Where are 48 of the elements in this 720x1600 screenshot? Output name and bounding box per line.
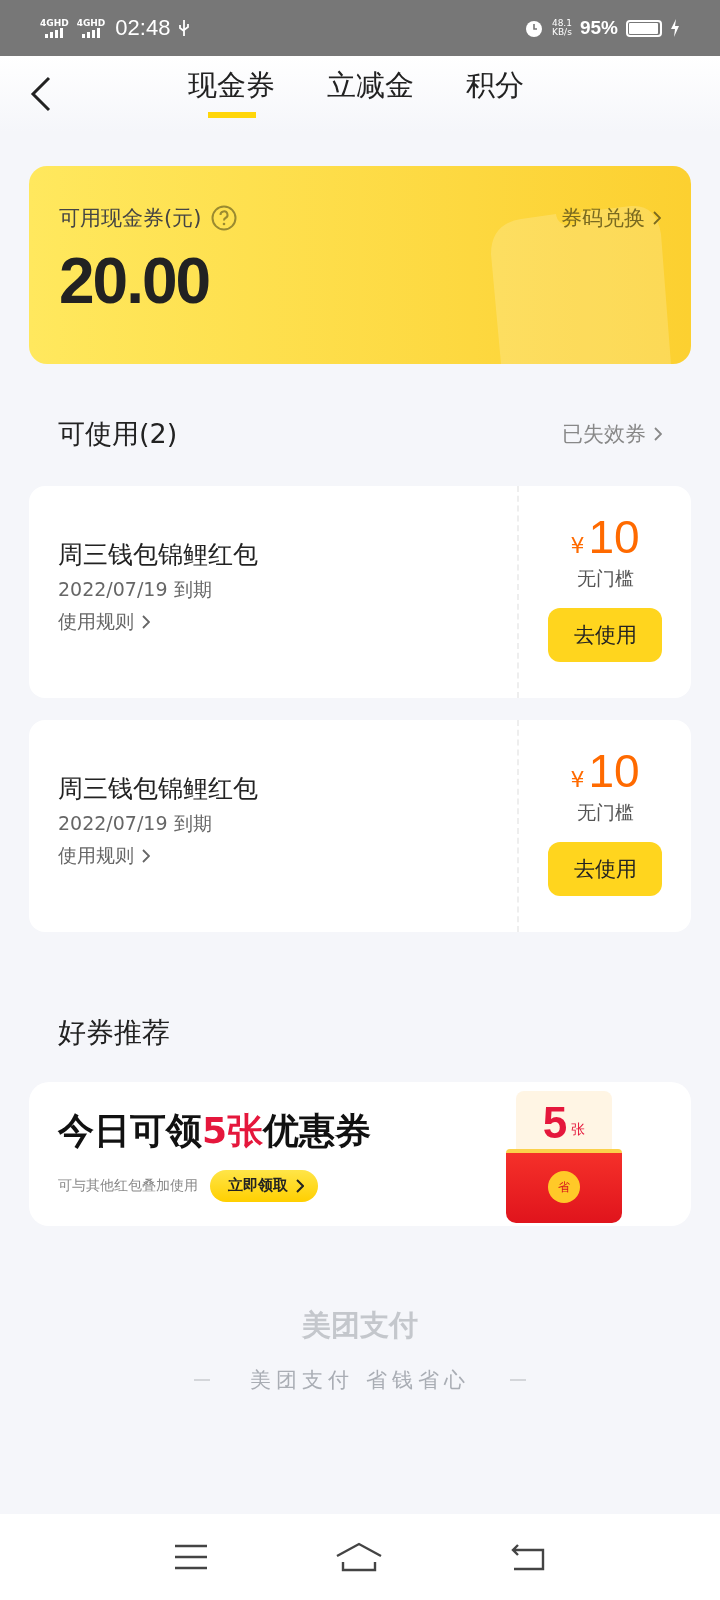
chevron-icon [654, 427, 662, 441]
envelope-drawing: 5 张 省 [506, 1091, 622, 1223]
coupon-condition: 无门槛 [576, 800, 634, 825]
coupon-value: 10 [588, 510, 640, 564]
help-icon[interactable] [211, 205, 238, 231]
coupon-condition: 无门槛 [576, 566, 634, 591]
coupon-name: 周三钱包锦鲤红包 [58, 773, 259, 805]
signal-icon [81, 27, 101, 38]
usb-icon [178, 19, 191, 37]
coupon-value: 10 [588, 744, 640, 798]
usage-rules-link[interactable]: 使用规则 [58, 609, 488, 635]
currency-symbol: ¥ [570, 533, 585, 558]
back-icon[interactable] [510, 1543, 547, 1571]
use-button[interactable]: 去使用 [548, 608, 662, 662]
network-speed: 48.1 [551, 19, 572, 28]
battery-percent: 95% [579, 17, 618, 39]
usage-rules-link[interactable]: 使用规则 [58, 843, 488, 869]
speed-unit: KB/s [552, 28, 572, 37]
currency-symbol: ¥ [570, 767, 585, 792]
battery-icon [626, 19, 662, 37]
tab[interactable]: 立减金 [327, 65, 414, 123]
redeem-code-link[interactable]: 券码兑换 [561, 204, 661, 232]
chevron-icon [142, 615, 150, 629]
balance-amount: 20.00 [59, 244, 211, 318]
promo-headline: 今日可领5张优惠券 [58, 1108, 372, 1153]
expiry-date: 2022/07/19 到期 [58, 811, 213, 836]
claim-button[interactable]: 立即领取 [210, 1169, 318, 1202]
clock: 02:48 [115, 15, 171, 41]
network-type: 4GHD [76, 18, 106, 28]
chevron-icon [296, 1178, 304, 1193]
back-icon[interactable] [30, 76, 52, 112]
coupon-name: 周三钱包锦鲤红包 [58, 539, 259, 571]
expiry-date: 2022/07/19 到期 [58, 577, 213, 602]
slogan: 美团支付 省钱省心 [250, 1367, 470, 1394]
home-icon[interactable] [335, 1542, 383, 1572]
menu-icon[interactable] [173, 1544, 208, 1570]
use-button[interactable]: 去使用 [548, 842, 662, 896]
section-title: 好券推荐 [57, 1015, 171, 1051]
signal-icon [44, 27, 65, 38]
balance-label: 可用现金券(元) [59, 205, 202, 232]
network-type: 4GHD [40, 18, 69, 28]
alarm-icon [523, 18, 544, 38]
chevron-icon [653, 211, 661, 225]
tab[interactable]: 积分 [466, 65, 524, 123]
charging-icon [670, 18, 680, 38]
section-title: 可使用(2) [58, 417, 178, 451]
chevron-icon [142, 849, 150, 863]
promo-note: 可与其他红包叠加使用 [58, 1176, 198, 1195]
